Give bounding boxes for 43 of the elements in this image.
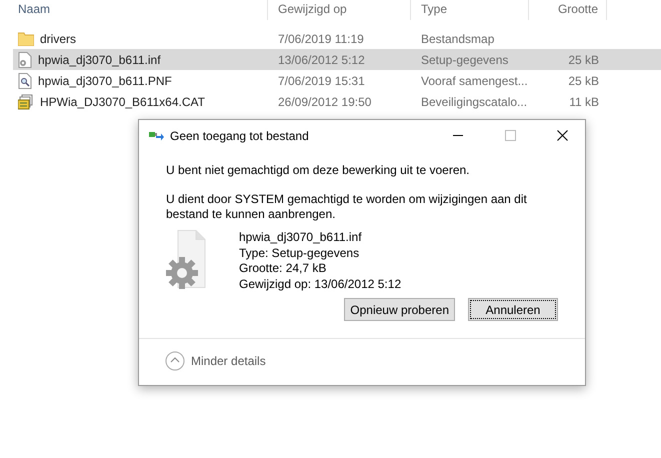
modified-date: 13/06/2012 5:12	[277, 52, 366, 66]
file-row[interactable]: HPWia_DJ3070_B611x64.CAT 26/09/2012 19:50 Beveiligingscatalo... 11 kB	[13, 91, 661, 112]
modified-date: 7/06/2019 15:31	[277, 74, 366, 88]
file-row[interactable]: drivers 7/06/2019 11:19 Bestandsmap	[13, 28, 661, 49]
file-magnifier-icon	[18, 72, 32, 88]
file-name: hpwia_dj3070_b611.inf	[239, 230, 363, 246]
file-type: Bestandsmap	[420, 32, 496, 46]
file-name: hpwia_dj3070_b611.inf	[38, 52, 161, 66]
modified-date: 7/06/2019 11:19	[277, 32, 365, 46]
maximize-icon	[504, 130, 516, 141]
permission-message: U dient door SYSTEM gemachtigd te worden om wijzigingen aan dit bestand te kunnen aanbrengen.	[166, 192, 528, 222]
file-size: 25 kB	[567, 74, 600, 88]
details-toggle[interactable]: Minder details	[165, 351, 266, 371]
column-header[interactable]: Naam	[13, 0, 268, 20]
column-header[interactable]: Gewijzigd op	[268, 0, 411, 20]
column-header[interactable]: Grootte	[529, 0, 607, 20]
error-message: U bent niet gemachtigd om deze bewerking uit te voeren.	[166, 163, 471, 178]
file-size: Grootte: 24,7 kB	[239, 261, 328, 276]
file-name: hpwia_dj3070_b611.PNF	[38, 74, 172, 88]
modified-date: Gewijzigd op: 13/06/2012 5:12	[239, 276, 402, 292]
file-name: HPWia_DJ3070_B611x64.CAT	[40, 94, 205, 108]
file-type: Setup-gegevens	[420, 52, 510, 66]
window-icon	[149, 130, 164, 140]
dialog-button[interactable]: Annuleren	[468, 298, 558, 321]
file-type: Beveiligingscatalo...	[420, 94, 528, 108]
file-type: Type: Setup-gegevens	[239, 246, 360, 261]
modified-date: 26/09/2012 19:50	[277, 94, 372, 108]
chevron-circle-icon	[165, 351, 185, 371]
file-type: Vooraf samengest...	[420, 74, 529, 88]
file-size: 11 kB	[568, 94, 600, 108]
column-header[interactable]: Type	[411, 0, 529, 20]
file-row[interactable]: hpwia_dj3070_b611.inf 13/06/2012 5:12 Setup-gegevens 25 kB	[13, 49, 661, 70]
dialog-button[interactable]: Opnieuw proberen	[344, 298, 455, 321]
minimize-icon	[453, 135, 463, 136]
file-name: drivers	[40, 32, 76, 46]
folder-icon	[18, 32, 34, 46]
certificate-stack-icon	[18, 94, 34, 110]
file-size: 25 kB	[567, 52, 600, 66]
dialog-title: Geen toegang tot bestand	[170, 128, 310, 142]
close-icon	[556, 130, 568, 141]
gear-file-icon	[166, 230, 206, 292]
file-row[interactable]: hpwia_dj3070_b611.PNF 7/06/2019 15:31 Vooraf samengest... 25 kB	[13, 70, 661, 91]
gear-file-icon	[18, 52, 32, 68]
